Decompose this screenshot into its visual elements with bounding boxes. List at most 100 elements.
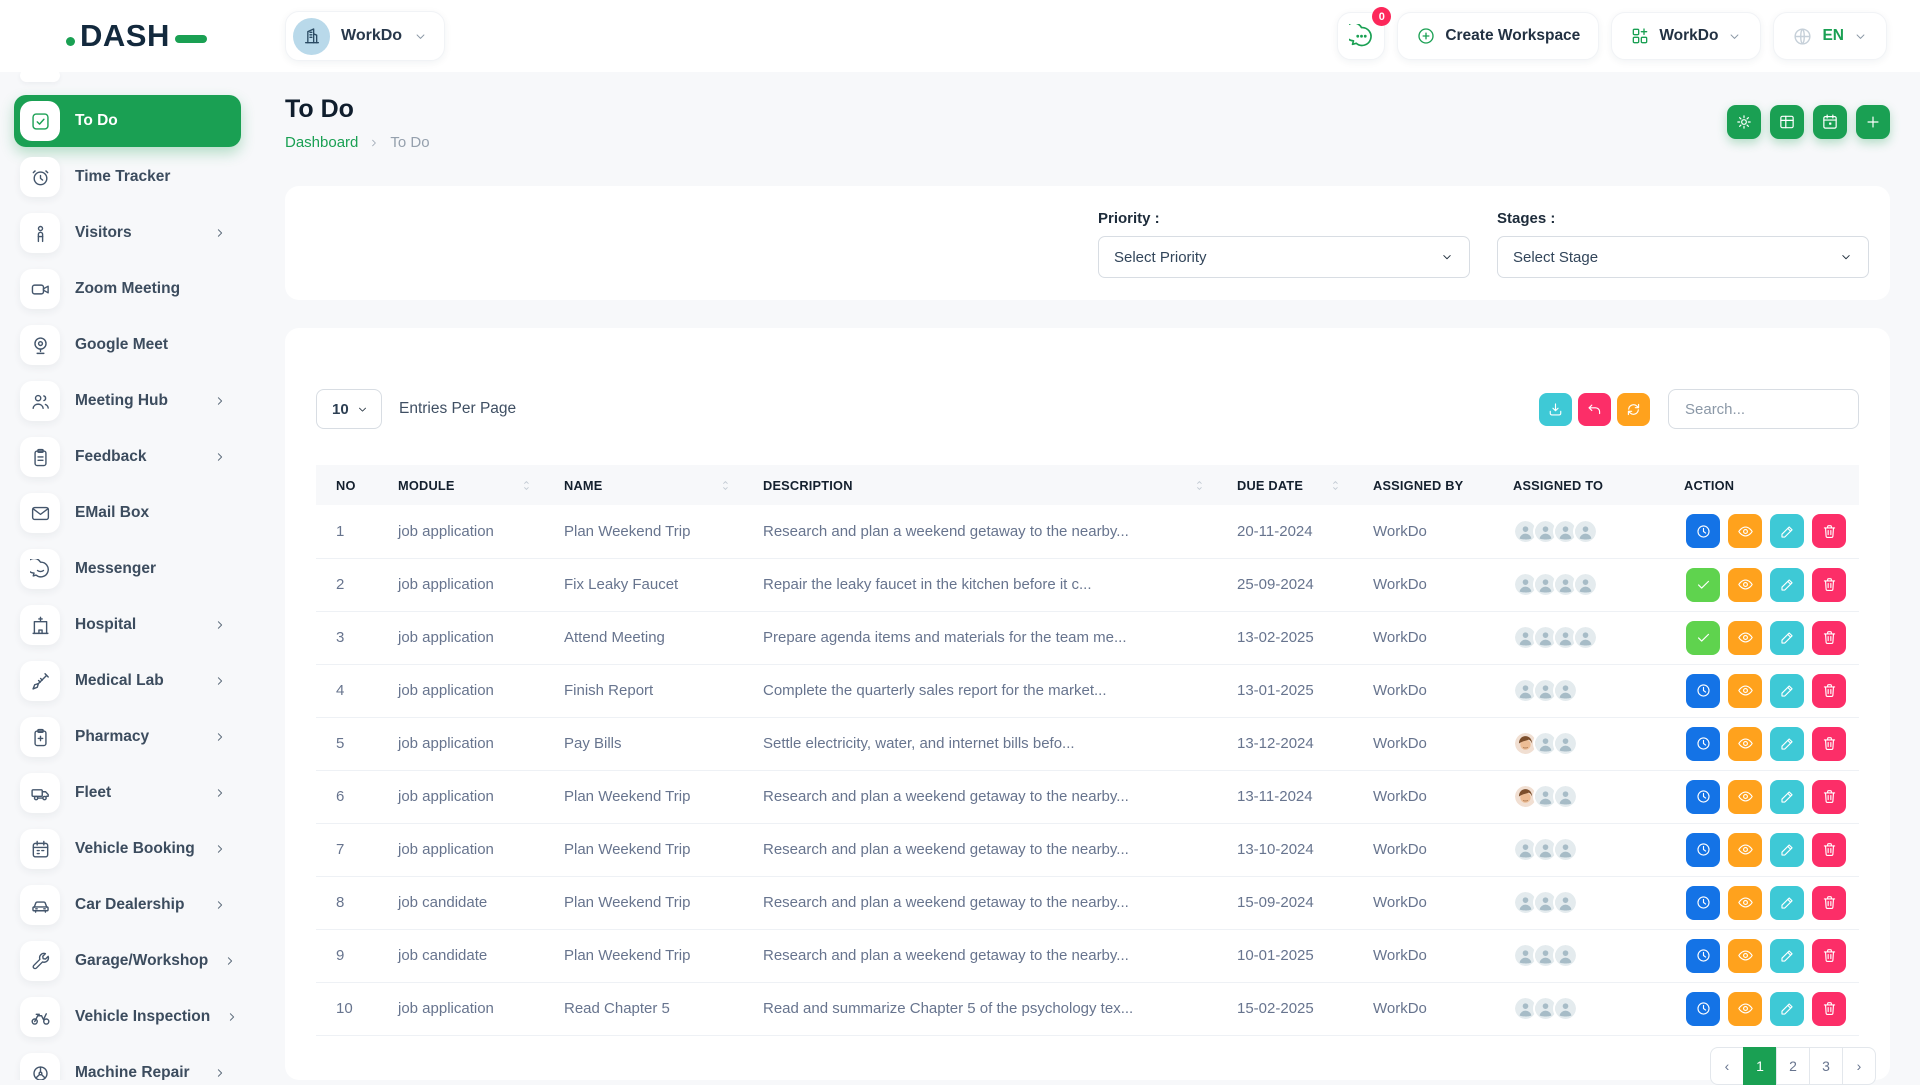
status-pending-button[interactable] bbox=[1686, 780, 1720, 814]
pagination-page[interactable]: 3 bbox=[1809, 1047, 1843, 1085]
sidebar-item-car-dealership[interactable]: Car Dealership bbox=[14, 879, 241, 931]
reset-button[interactable] bbox=[1578, 393, 1611, 426]
calendar-view-button[interactable] bbox=[1813, 105, 1847, 139]
pencil-icon bbox=[1779, 735, 1796, 752]
sidebar-item-to-do[interactable]: To Do bbox=[14, 95, 241, 147]
name-cell: Finish Report bbox=[544, 664, 743, 717]
sidebar-item-hospital[interactable]: Hospital bbox=[14, 599, 241, 651]
refresh-button[interactable] bbox=[1617, 393, 1650, 426]
status-done-button[interactable] bbox=[1686, 621, 1720, 655]
status-pending-button[interactable] bbox=[1686, 514, 1720, 548]
sidebar-item-label: Messenger bbox=[75, 560, 156, 578]
workdo-menu-button[interactable]: WorkDo bbox=[1611, 12, 1761, 60]
pagination-page[interactable]: ‹ bbox=[1710, 1047, 1744, 1085]
sidebar-item-fleet[interactable]: Fleet bbox=[14, 767, 241, 819]
sidebar-item-google-meet[interactable]: Google Meet bbox=[14, 319, 241, 371]
settings-button[interactable] bbox=[1727, 105, 1761, 139]
status-pending-button[interactable] bbox=[1686, 992, 1720, 1026]
stage-select[interactable]: Select Stage bbox=[1497, 236, 1869, 278]
view-button[interactable] bbox=[1728, 568, 1762, 602]
delete-button[interactable] bbox=[1812, 992, 1846, 1026]
delete-button[interactable] bbox=[1812, 514, 1846, 548]
view-button[interactable] bbox=[1728, 886, 1762, 920]
edit-button[interactable] bbox=[1770, 568, 1804, 602]
column-header[interactable]: NAME bbox=[544, 465, 743, 505]
delete-button[interactable] bbox=[1812, 939, 1846, 973]
sidebar-item-time-tracker[interactable]: Time Tracker bbox=[14, 151, 241, 203]
add-todo-button[interactable] bbox=[1856, 105, 1890, 139]
sidebar-item-zoom-meeting[interactable]: Zoom Meeting bbox=[14, 263, 241, 315]
breadcrumb-home-link[interactable]: Dashboard bbox=[285, 134, 358, 151]
sort-icon[interactable] bbox=[1330, 478, 1343, 493]
delete-button[interactable] bbox=[1812, 674, 1846, 708]
sidebar-item-visitors[interactable]: Visitors bbox=[14, 207, 241, 259]
create-workspace-button[interactable]: Create Workspace bbox=[1397, 12, 1599, 60]
status-pending-button[interactable] bbox=[1686, 674, 1720, 708]
status-pending-button[interactable] bbox=[1686, 833, 1720, 867]
pagination-page[interactable]: › bbox=[1842, 1047, 1876, 1085]
sidebar-item-machine-repair[interactable]: Machine Repair bbox=[14, 1047, 241, 1080]
edit-button[interactable] bbox=[1770, 727, 1804, 761]
pagination-page-active[interactable]: 1 bbox=[1743, 1047, 1777, 1085]
sidebar-item-garage-workshop[interactable]: Garage/Workshop bbox=[14, 935, 241, 987]
language-selector[interactable]: EN bbox=[1773, 12, 1887, 60]
column-header[interactable]: DESCRIPTION bbox=[743, 465, 1217, 505]
sort-icon[interactable] bbox=[720, 478, 733, 493]
sort-icon[interactable] bbox=[1194, 478, 1207, 493]
pencil-icon bbox=[1779, 523, 1796, 540]
status-pending-button[interactable] bbox=[1686, 886, 1720, 920]
chevron-right-icon bbox=[213, 618, 227, 632]
edit-button[interactable] bbox=[1770, 674, 1804, 708]
view-button[interactable] bbox=[1728, 780, 1762, 814]
delete-button[interactable] bbox=[1812, 727, 1846, 761]
edit-button[interactable] bbox=[1770, 886, 1804, 920]
edit-button[interactable] bbox=[1770, 514, 1804, 548]
view-button[interactable] bbox=[1728, 727, 1762, 761]
brand-logo[interactable]: DASH bbox=[66, 18, 207, 54]
sidebar-item-feedback[interactable]: Feedback bbox=[14, 431, 241, 483]
sidebar-item-pharmacy[interactable]: Pharmacy bbox=[14, 711, 241, 763]
column-header[interactable]: MODULE bbox=[378, 465, 544, 505]
delete-button[interactable] bbox=[1812, 833, 1846, 867]
status-done-button[interactable] bbox=[1686, 568, 1720, 602]
view-button[interactable] bbox=[1728, 992, 1762, 1026]
table-row: 3job applicationAttend MeetingPrepare ag… bbox=[316, 611, 1859, 664]
sort-icon[interactable] bbox=[521, 478, 534, 493]
edit-button[interactable] bbox=[1770, 992, 1804, 1026]
edit-button[interactable] bbox=[1770, 780, 1804, 814]
view-button[interactable] bbox=[1728, 514, 1762, 548]
view-button[interactable] bbox=[1728, 939, 1762, 973]
search-input[interactable] bbox=[1668, 389, 1859, 429]
grid-view-button[interactable] bbox=[1770, 105, 1804, 139]
delete-button[interactable] bbox=[1812, 886, 1846, 920]
workspace-label: WorkDo bbox=[341, 27, 402, 45]
view-button[interactable] bbox=[1728, 674, 1762, 708]
pagination-page[interactable]: 2 bbox=[1776, 1047, 1810, 1085]
delete-button[interactable] bbox=[1812, 621, 1846, 655]
entries-per-page-select[interactable]: 10 bbox=[316, 389, 382, 429]
sidebar-item-meeting-hub[interactable]: Meeting Hub bbox=[14, 375, 241, 427]
view-button[interactable] bbox=[1728, 833, 1762, 867]
sidebar-item-label: Fleet bbox=[75, 784, 111, 802]
export-button[interactable] bbox=[1539, 393, 1572, 426]
delete-button[interactable] bbox=[1812, 780, 1846, 814]
sidebar: To DoTime TrackerVisitorsZoom MeetingGoo… bbox=[0, 72, 255, 1080]
status-pending-button[interactable] bbox=[1686, 727, 1720, 761]
workspace-selector[interactable]: WorkDo bbox=[285, 11, 445, 61]
table-row: 5job applicationPay BillsSettle electric… bbox=[316, 717, 1859, 770]
edit-button[interactable] bbox=[1770, 939, 1804, 973]
delete-button[interactable] bbox=[1812, 568, 1846, 602]
sidebar-item-email-box[interactable]: EMail Box bbox=[14, 487, 241, 539]
edit-button[interactable] bbox=[1770, 621, 1804, 655]
chat-button[interactable]: 0 bbox=[1337, 12, 1385, 60]
edit-button[interactable] bbox=[1770, 833, 1804, 867]
sidebar-item-medical-lab[interactable]: Medical Lab bbox=[14, 655, 241, 707]
priority-select[interactable]: Select Priority bbox=[1098, 236, 1470, 278]
clock-icon bbox=[1695, 788, 1712, 805]
column-header[interactable]: DUE DATE bbox=[1217, 465, 1353, 505]
sidebar-item-vehicle-inspection[interactable]: Vehicle Inspection bbox=[14, 991, 241, 1043]
sidebar-item-messenger[interactable]: Messenger bbox=[14, 543, 241, 595]
view-button[interactable] bbox=[1728, 621, 1762, 655]
status-pending-button[interactable] bbox=[1686, 939, 1720, 973]
sidebar-item-vehicle-booking[interactable]: Vehicle Booking bbox=[14, 823, 241, 875]
